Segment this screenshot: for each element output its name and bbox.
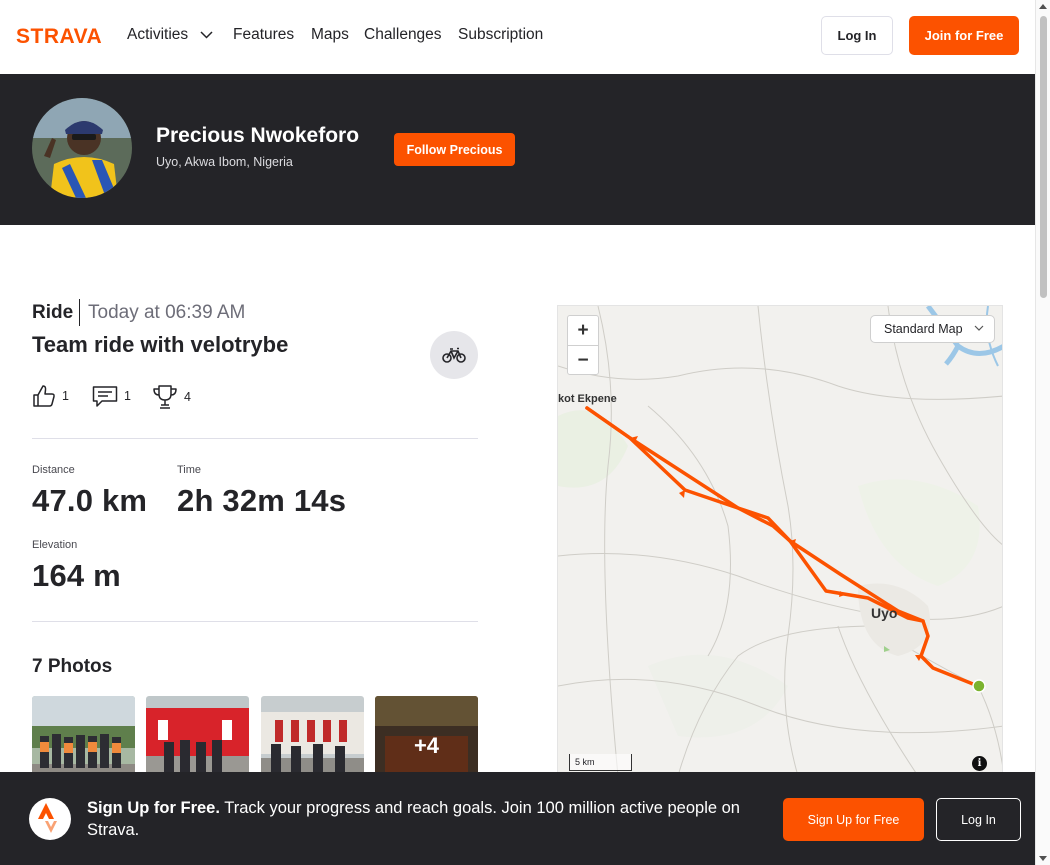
- map-canvas: [558, 306, 1002, 774]
- trophy-icon: [153, 385, 177, 409]
- place-label-ikot-ekpene: kot Ekpene: [558, 393, 617, 405]
- nav-features-label: Features: [233, 26, 295, 43]
- elevation-value: 164 m: [32, 558, 121, 593]
- divider: [79, 299, 80, 326]
- achievements-count: 4: [184, 390, 191, 404]
- athlete-header: Precious Nwokeforo Uyo, Akwa Ibom, Niger…: [0, 74, 1035, 225]
- banner-login-button[interactable]: Log In: [936, 798, 1021, 841]
- nav-challenges[interactable]: Challenges: [364, 26, 442, 44]
- bike-icon: [442, 347, 466, 363]
- strava-app-icon: [29, 798, 71, 840]
- follow-button[interactable]: Follow Precious: [394, 133, 515, 166]
- join-button[interactable]: Join for Free: [909, 16, 1019, 55]
- strava-logo[interactable]: STRAVA: [16, 25, 112, 50]
- place-label-uyo: Uyo: [871, 605, 898, 621]
- map-scale: 5 km: [569, 754, 632, 771]
- avatar[interactable]: [32, 98, 132, 198]
- elevation-label: Elevation: [32, 539, 78, 551]
- strava-wordmark: STRAVA: [16, 25, 102, 48]
- map-type-select[interactable]: Standard Map: [870, 315, 995, 343]
- athlete-name[interactable]: Precious Nwokeforo: [156, 124, 359, 148]
- chevron-down-icon: [200, 31, 213, 39]
- kudos-button[interactable]: 1: [32, 384, 69, 408]
- route-map[interactable]: kot Ekpene Uyo + − Standard Map 5 km i: [557, 305, 1003, 775]
- scroll-up-icon[interactable]: [1039, 4, 1047, 9]
- comments-count: 1: [124, 389, 131, 403]
- zoom-controls: + −: [567, 315, 599, 375]
- nav-activities[interactable]: Activities: [127, 26, 213, 44]
- nav-challenges-label: Challenges: [364, 26, 442, 43]
- activity-time: Today at 06:39 AM: [88, 302, 246, 323]
- distance-value: 47.0 km: [32, 483, 148, 518]
- activity-type: Ride: [32, 302, 74, 323]
- signup-banner: Sign Up for Free. Track your progress an…: [0, 772, 1035, 865]
- achievements-button[interactable]: 4: [152, 384, 191, 410]
- nav-maps-label: Maps: [311, 26, 349, 43]
- sport-badge: [430, 331, 478, 379]
- avatar-image: [32, 98, 132, 198]
- distance-label: Distance: [32, 464, 75, 476]
- banner-text: Sign Up for Free. Track your progress an…: [87, 797, 757, 841]
- chevron-down-icon: [974, 325, 984, 331]
- zoom-out-button[interactable]: −: [568, 346, 598, 375]
- scrollbar-thumb[interactable]: [1040, 16, 1047, 298]
- info-icon[interactable]: i: [972, 756, 987, 771]
- strava-chevron-icon: [38, 803, 57, 833]
- comment-icon: [92, 386, 118, 407]
- zoom-in-button[interactable]: +: [568, 316, 598, 345]
- nav-features[interactable]: Features: [233, 26, 294, 44]
- comments-button[interactable]: 1: [92, 384, 131, 408]
- divider: [32, 621, 478, 622]
- divider: [32, 438, 478, 439]
- svg-text:STRAVA: STRAVA: [16, 27, 102, 45]
- time-label: Time: [177, 464, 202, 476]
- kudos-count: 1: [62, 389, 69, 403]
- thumbs-up-icon: [33, 385, 55, 407]
- nav-subscription[interactable]: Subscription: [458, 26, 543, 44]
- page-scrollbar[interactable]: [1035, 0, 1050, 865]
- map-type-label: Standard Map: [884, 322, 963, 336]
- top-nav: STRAVA Activities Features Maps Challeng…: [0, 0, 1035, 74]
- activity-title: Team ride with velotrybe: [32, 332, 289, 357]
- scroll-down-icon[interactable]: [1039, 856, 1047, 861]
- time-value: 2h 32m 14s: [177, 483, 347, 518]
- banner-headline: Sign Up for Free.: [87, 799, 220, 817]
- athlete-location: Uyo, Akwa Ibom, Nigeria: [156, 155, 293, 169]
- nav-subscription-label: Subscription: [458, 26, 544, 43]
- signup-button[interactable]: Sign Up for Free: [783, 798, 924, 841]
- login-button[interactable]: Log In: [821, 16, 893, 55]
- nav-activities-label: Activities: [127, 26, 189, 43]
- photos-title: 7 Photos: [32, 656, 113, 677]
- nav-maps[interactable]: Maps: [311, 26, 349, 44]
